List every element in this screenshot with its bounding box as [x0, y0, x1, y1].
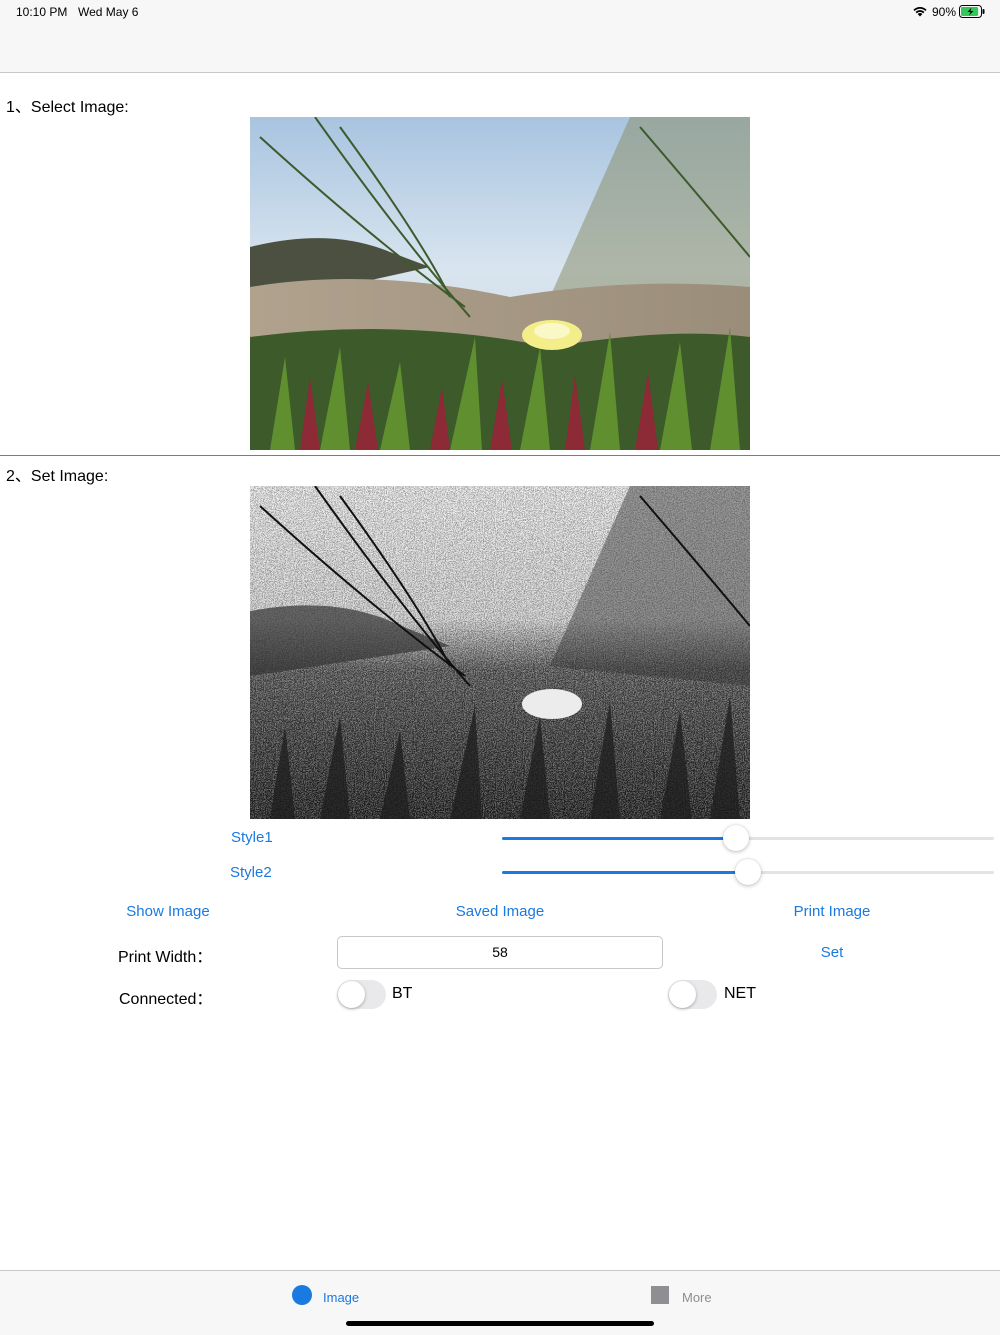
print-width-label: Print Width：: [118, 949, 213, 966]
show-image-button[interactable]: Show Image: [88, 903, 248, 920]
status-date: Wed May 6: [78, 5, 139, 19]
home-indicator[interactable]: [346, 1321, 654, 1326]
connected-label: Connected：: [119, 991, 213, 1008]
square-icon: [651, 1286, 669, 1304]
status-bar: 10:10 PM Wed May 6 90%: [0, 0, 1000, 24]
bt-toggle[interactable]: [337, 980, 386, 1009]
processed-image[interactable]: [250, 486, 750, 819]
tab-image[interactable]: Image: [292, 1285, 382, 1309]
tab-more-label: More: [682, 1290, 712, 1305]
battery-icon: [959, 5, 985, 18]
style2-slider-fill: [502, 871, 748, 874]
net-label: NET: [724, 985, 756, 1002]
style1-label: Style1: [231, 829, 273, 846]
set-image-label: 2、Set Image:: [6, 468, 109, 485]
style2-label: Style2: [230, 864, 272, 881]
select-image-label: 1、Select Image:: [6, 99, 129, 116]
print-image-button[interactable]: Print Image: [752, 903, 912, 920]
style2-slider[interactable]: [502, 859, 994, 885]
wifi-icon: [913, 7, 927, 17]
tab-image-label: Image: [323, 1290, 360, 1305]
original-photo-graphic: [250, 117, 750, 450]
print-width-input[interactable]: [337, 936, 663, 969]
net-toggle[interactable]: [668, 980, 717, 1009]
section-divider: [0, 455, 1000, 456]
battery-percent: 90%: [932, 5, 957, 19]
original-image[interactable]: [250, 117, 750, 450]
bt-label: BT: [392, 985, 413, 1002]
processed-photo-graphic: [250, 486, 750, 819]
set-button[interactable]: Set: [792, 944, 872, 961]
style1-slider-fill: [502, 837, 736, 840]
net-toggle-knob: [669, 981, 696, 1008]
style1-slider[interactable]: [502, 825, 994, 851]
circle-icon: [292, 1285, 312, 1305]
saved-image-button[interactable]: Saved Image: [420, 903, 580, 920]
style1-slider-thumb[interactable]: [722, 825, 749, 851]
style2-slider-thumb[interactable]: [735, 859, 761, 885]
status-time: 10:10 PM: [16, 5, 68, 19]
bt-toggle-knob: [338, 981, 365, 1008]
tab-more[interactable]: More: [651, 1285, 741, 1309]
